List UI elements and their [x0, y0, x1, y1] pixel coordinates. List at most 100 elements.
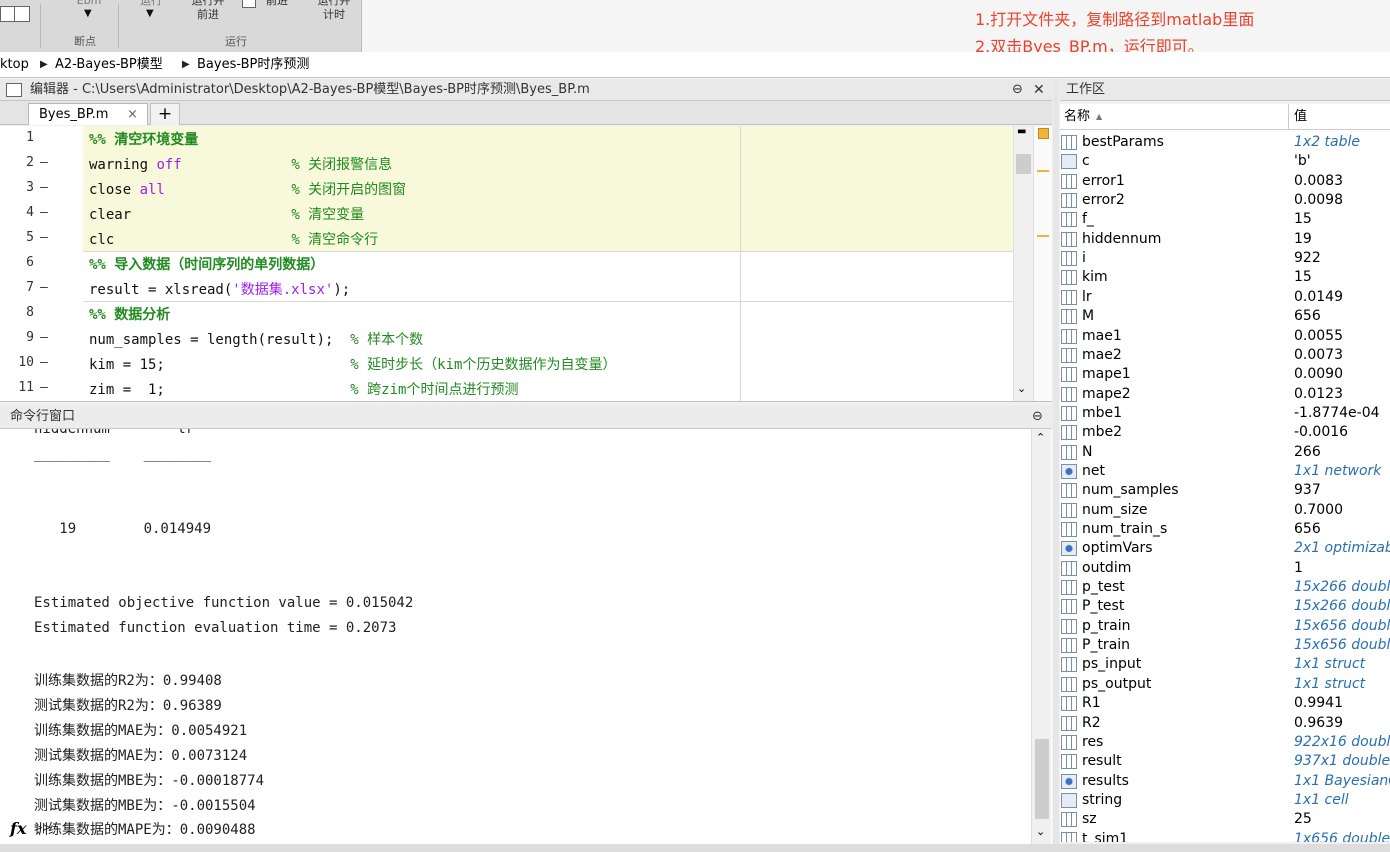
- matrix-icon: [1061, 580, 1077, 596]
- workspace-row[interactable]: num_train_s 656: [1060, 520, 1390, 539]
- breadcrumb-item[interactable]: ktop: [0, 52, 29, 78]
- workspace-row[interactable]: error1 0.0083: [1060, 172, 1390, 191]
- breadcrumb-item[interactable]: Bayes-BP时序预测: [197, 52, 309, 78]
- workspace-row[interactable]: outdim 1: [1060, 559, 1390, 578]
- workspace-row[interactable]: ps_output 1x1 struct: [1060, 675, 1390, 694]
- workspace-row[interactable]: sz 25: [1060, 810, 1390, 829]
- advance-icon[interactable]: [242, 0, 256, 8]
- tab-byes-bp[interactable]: Byes_BP.m ×: [28, 103, 148, 125]
- code-line[interactable]: clc % 清空命令行: [89, 229, 378, 249]
- workspace-row[interactable]: bestParams 1x2 table: [1060, 133, 1390, 152]
- panel-splitter[interactable]: [1053, 79, 1059, 844]
- workspace-row[interactable]: mae1 0.0055: [1060, 327, 1390, 346]
- workspace-row[interactable]: res 922x16 doubl: [1060, 733, 1390, 752]
- scrollbar-thumb[interactable]: [1035, 739, 1049, 819]
- refresh-icon[interactable]: [14, 6, 30, 22]
- breakpoint-marker[interactable]: —: [40, 330, 48, 345]
- advance-button[interactable]: 前进: [262, 0, 292, 8]
- workspace-row[interactable]: t_sim1 1x656 double: [1060, 830, 1390, 842]
- column-value-header[interactable]: 值: [1294, 104, 1307, 130]
- close-icon[interactable]: ✕: [1033, 79, 1045, 101]
- workspace-row[interactable]: kim 15: [1060, 268, 1390, 287]
- code-token: close: [89, 182, 140, 198]
- workspace-row[interactable]: i 922: [1060, 249, 1390, 268]
- workspace-row[interactable]: mape2 0.0123: [1060, 385, 1390, 404]
- breakpoint-button[interactable]: Ebm: [76, 0, 102, 8]
- breakpoint-marker[interactable]: —: [40, 380, 48, 395]
- run-button[interactable]: 运行: [136, 0, 166, 8]
- workspace-row[interactable]: mae2 0.0073: [1060, 346, 1390, 365]
- warning-marker[interactable]: [1037, 170, 1049, 172]
- code-line[interactable]: warning off % 关闭报警信息: [89, 154, 392, 174]
- breakpoint-marker[interactable]: —: [40, 230, 48, 245]
- workspace-row[interactable]: R1 0.9941: [1060, 694, 1390, 713]
- scroll-up-icon[interactable]: ▬: [1017, 126, 1026, 137]
- warning-indicator-icon[interactable]: [1038, 128, 1049, 139]
- breakpoint-marker[interactable]: —: [40, 180, 48, 195]
- breakpoint-marker[interactable]: —: [40, 205, 48, 220]
- sort-ascending-icon[interactable]: ▲: [1096, 104, 1102, 130]
- code-line[interactable]: %% 数据分析: [89, 304, 170, 324]
- workspace-row[interactable]: net 1x1 network: [1060, 462, 1390, 481]
- command-window[interactable]: ⌃ ⌄ fx >> hiddennum lr _________ ________…: [0, 429, 1052, 844]
- command-scrollbar[interactable]: ⌃ ⌄: [1031, 429, 1051, 844]
- panel-menu-icon[interactable]: ⊖: [1032, 405, 1043, 429]
- workspace-row[interactable]: results 1x1 BayesianO: [1060, 772, 1390, 791]
- scroll-down-icon[interactable]: ⌄: [1036, 825, 1045, 838]
- breakpoint-marker[interactable]: —: [40, 280, 48, 295]
- column-divider[interactable]: [1288, 104, 1289, 130]
- workspace-row[interactable]: num_size 0.7000: [1060, 501, 1390, 520]
- run-and-time-button[interactable]: 运行并 计时: [312, 0, 356, 22]
- workspace-row[interactable]: p_test 15x266 doubl: [1060, 578, 1390, 597]
- code-line[interactable]: close all % 关闭开启的图窗: [89, 179, 406, 199]
- workspace-row[interactable]: c 'b': [1060, 152, 1390, 171]
- workspace-row[interactable]: string 1x1 cell: [1060, 791, 1390, 810]
- workspace-row[interactable]: p_train 15x656 doubl: [1060, 617, 1390, 636]
- code-line[interactable]: %% 导入数据（时间序列的单列数据）: [89, 254, 324, 274]
- workspace-row[interactable]: mbe1 -1.8774e-04: [1060, 404, 1390, 423]
- workspace-row[interactable]: P_train 15x656 doubl: [1060, 636, 1390, 655]
- breadcrumb-item[interactable]: A2-Bayes-BP模型: [55, 52, 163, 78]
- workspace-row[interactable]: error2 0.0098: [1060, 191, 1390, 210]
- workspace-row[interactable]: hiddennum 19: [1060, 230, 1390, 249]
- scrollbar-thumb[interactable]: [1016, 154, 1031, 174]
- column-name-header[interactable]: 名称: [1064, 104, 1090, 130]
- variable-name: optimVars: [1082, 540, 1153, 557]
- code-line[interactable]: result = xlsread('数据集.xlsx');: [89, 279, 350, 299]
- scroll-down-icon[interactable]: ⌄: [1017, 382, 1026, 395]
- workspace-row[interactable]: mbe2 -0.0016: [1060, 423, 1390, 442]
- workspace-row[interactable]: f_ 15: [1060, 210, 1390, 229]
- workspace-row[interactable]: mape1 0.0090: [1060, 365, 1390, 384]
- chevron-down-icon[interactable]: ▼: [146, 8, 154, 19]
- code-line[interactable]: clear % 清空变量: [89, 204, 364, 224]
- variable-name: res: [1082, 733, 1104, 750]
- command-output-line: 训练集数据的MAE为：0.0054921: [34, 722, 248, 739]
- workspace-row[interactable]: N 266: [1060, 443, 1390, 462]
- code-line[interactable]: zim = 1; % 跨zim个时间点进行预测: [89, 379, 518, 399]
- scroll-up-icon[interactable]: ⌃: [1036, 431, 1045, 444]
- workspace-row[interactable]: num_samples 937: [1060, 481, 1390, 500]
- chevron-down-icon[interactable]: ▼: [84, 8, 92, 19]
- workspace-row[interactable]: R2 0.9639: [1060, 714, 1390, 733]
- add-tab-button[interactable]: +: [150, 103, 180, 125]
- workspace-row[interactable]: result 937x1 double: [1060, 752, 1390, 771]
- warning-marker[interactable]: [1037, 235, 1049, 237]
- workspace-row[interactable]: P_test 15x266 doubl: [1060, 597, 1390, 616]
- run-and-advance-button[interactable]: 运行并 前进: [186, 0, 230, 22]
- breakpoint-marker[interactable]: —: [40, 155, 48, 170]
- editor-scrollbar[interactable]: ▬ ⌄: [1013, 126, 1033, 401]
- code-token: % 延时步长（kim个历史数据作为自变量）: [350, 357, 617, 373]
- workspace-row[interactable]: lr 0.0149: [1060, 288, 1390, 307]
- code-editor[interactable]: ▬ ⌄ 1 %% 清空环境变量 2 — warning off % 关闭报警信息 3 — cl…: [0, 126, 1052, 402]
- fx-icon[interactable]: fx: [10, 819, 26, 838]
- workspace-row[interactable]: M 656: [1060, 307, 1390, 326]
- breakpoint-marker[interactable]: —: [40, 355, 48, 370]
- code-line[interactable]: %% 清空环境变量: [89, 129, 198, 149]
- workspace-row[interactable]: ps_input 1x1 struct: [1060, 655, 1390, 674]
- code-line[interactable]: kim = 15; % 延时步长（kim个历史数据作为自变量）: [89, 354, 616, 374]
- code-line[interactable]: num_samples = length(result); % 样本个数: [89, 329, 423, 349]
- workspace-row[interactable]: optimVars 2x1 optimizab: [1060, 539, 1390, 558]
- code-token: % 清空命令行: [291, 232, 379, 248]
- panel-menu-icon[interactable]: ⊖: [1012, 79, 1023, 101]
- tab-close-icon[interactable]: ×: [127, 104, 138, 125]
